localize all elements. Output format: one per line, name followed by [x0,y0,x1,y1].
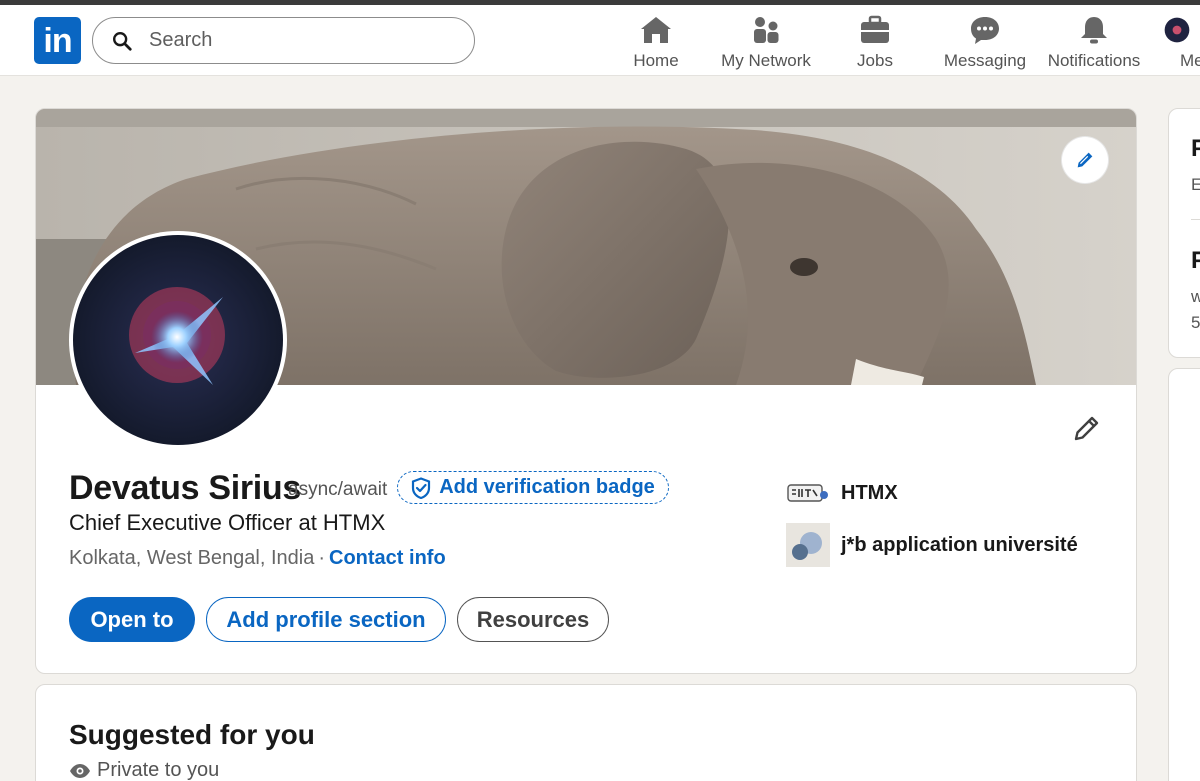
organization-name: HTMX [841,481,898,504]
sidebar-text: E [1191,175,1200,195]
nav-item-my-network[interactable]: My Network [718,15,814,75]
nav-item-label: Home [633,51,679,70]
bell-icon [1081,17,1107,44]
nav-item-home[interactable]: Home [626,15,686,75]
nav-item-label: Messaging [943,51,1027,70]
profile-location: Kolkata, West Bengal, India · Contact info [69,547,446,570]
eye-icon [70,763,90,778]
home-icon [641,17,671,43]
verification-label: Add verification badge [439,476,655,498]
profile-card: Devatus Sirius async/await Add verificat… [35,108,1137,674]
nav-item-jobs[interactable]: Jobs [845,15,905,75]
open-to-button[interactable]: Open to [69,597,195,642]
pencil-icon [1077,152,1093,168]
nav-item-messaging[interactable]: Messaging [940,15,1030,75]
location-text: Kolkata, West Bengal, India [69,547,315,569]
nav-item-me[interactable]: Me [1162,15,1200,75]
global-nav: in Home My Network Jobs [0,5,1200,76]
profile-headline: Chief Executive Officer at HTMX [69,510,386,535]
privacy-label: Private to you [97,759,220,781]
sidebar-heading[interactable]: P [1191,135,1200,163]
shield-check-icon [412,476,431,499]
school-placeholder-logo [786,523,830,567]
sidebar-text: w [1191,287,1200,307]
search-input[interactable] [149,29,449,52]
sidebar-card [1168,368,1200,781]
resources-button[interactable]: Resources [457,597,609,642]
contact-info-link[interactable]: Contact info [329,547,446,569]
nav-item-label: My Network [721,51,811,70]
sidebar-text: 5 [1191,313,1200,332]
nav-item-label: Jobs [857,51,893,70]
linkedin-logo[interactable]: in [34,17,81,64]
messaging-icon [971,17,999,44]
edit-cover-button[interactable] [1062,137,1108,183]
nav-item-label: Notifications [1047,51,1141,70]
sidebar-heading[interactable]: P [1191,247,1200,275]
search-bar[interactable] [92,17,475,64]
sidebar-card-profile-settings: P E P w 5 [1168,108,1200,358]
add-profile-section-button[interactable]: Add profile section [206,597,446,642]
organization-item-school[interactable]: j*b application université [786,523,1078,567]
nav-item-notifications[interactable]: Notifications [1044,15,1144,75]
briefcase-icon [861,15,889,43]
nav-item-label: Me [1180,51,1200,70]
profile-photo[interactable] [69,231,287,449]
add-verification-badge-button[interactable]: Add verification badge [397,471,669,504]
divider [1191,219,1200,220]
htmx-logo [786,471,830,515]
suggested-card: Suggested for you Private to you [35,684,1137,781]
location-separator: · [318,547,326,569]
profile-name: Devatus Sirius [69,469,302,507]
organization-name: j*b application université [841,533,1078,556]
network-icon [754,17,779,43]
edit-intro-pencil-icon[interactable] [1072,413,1102,443]
organization-item-htmx[interactable]: HTMX [786,471,898,515]
avatar [1164,17,1190,43]
privacy-note: Private to you [69,759,219,781]
search-icon [113,31,132,51]
section-title: Suggested for you [69,719,315,750]
profile-pronouns: async/await [288,479,388,500]
